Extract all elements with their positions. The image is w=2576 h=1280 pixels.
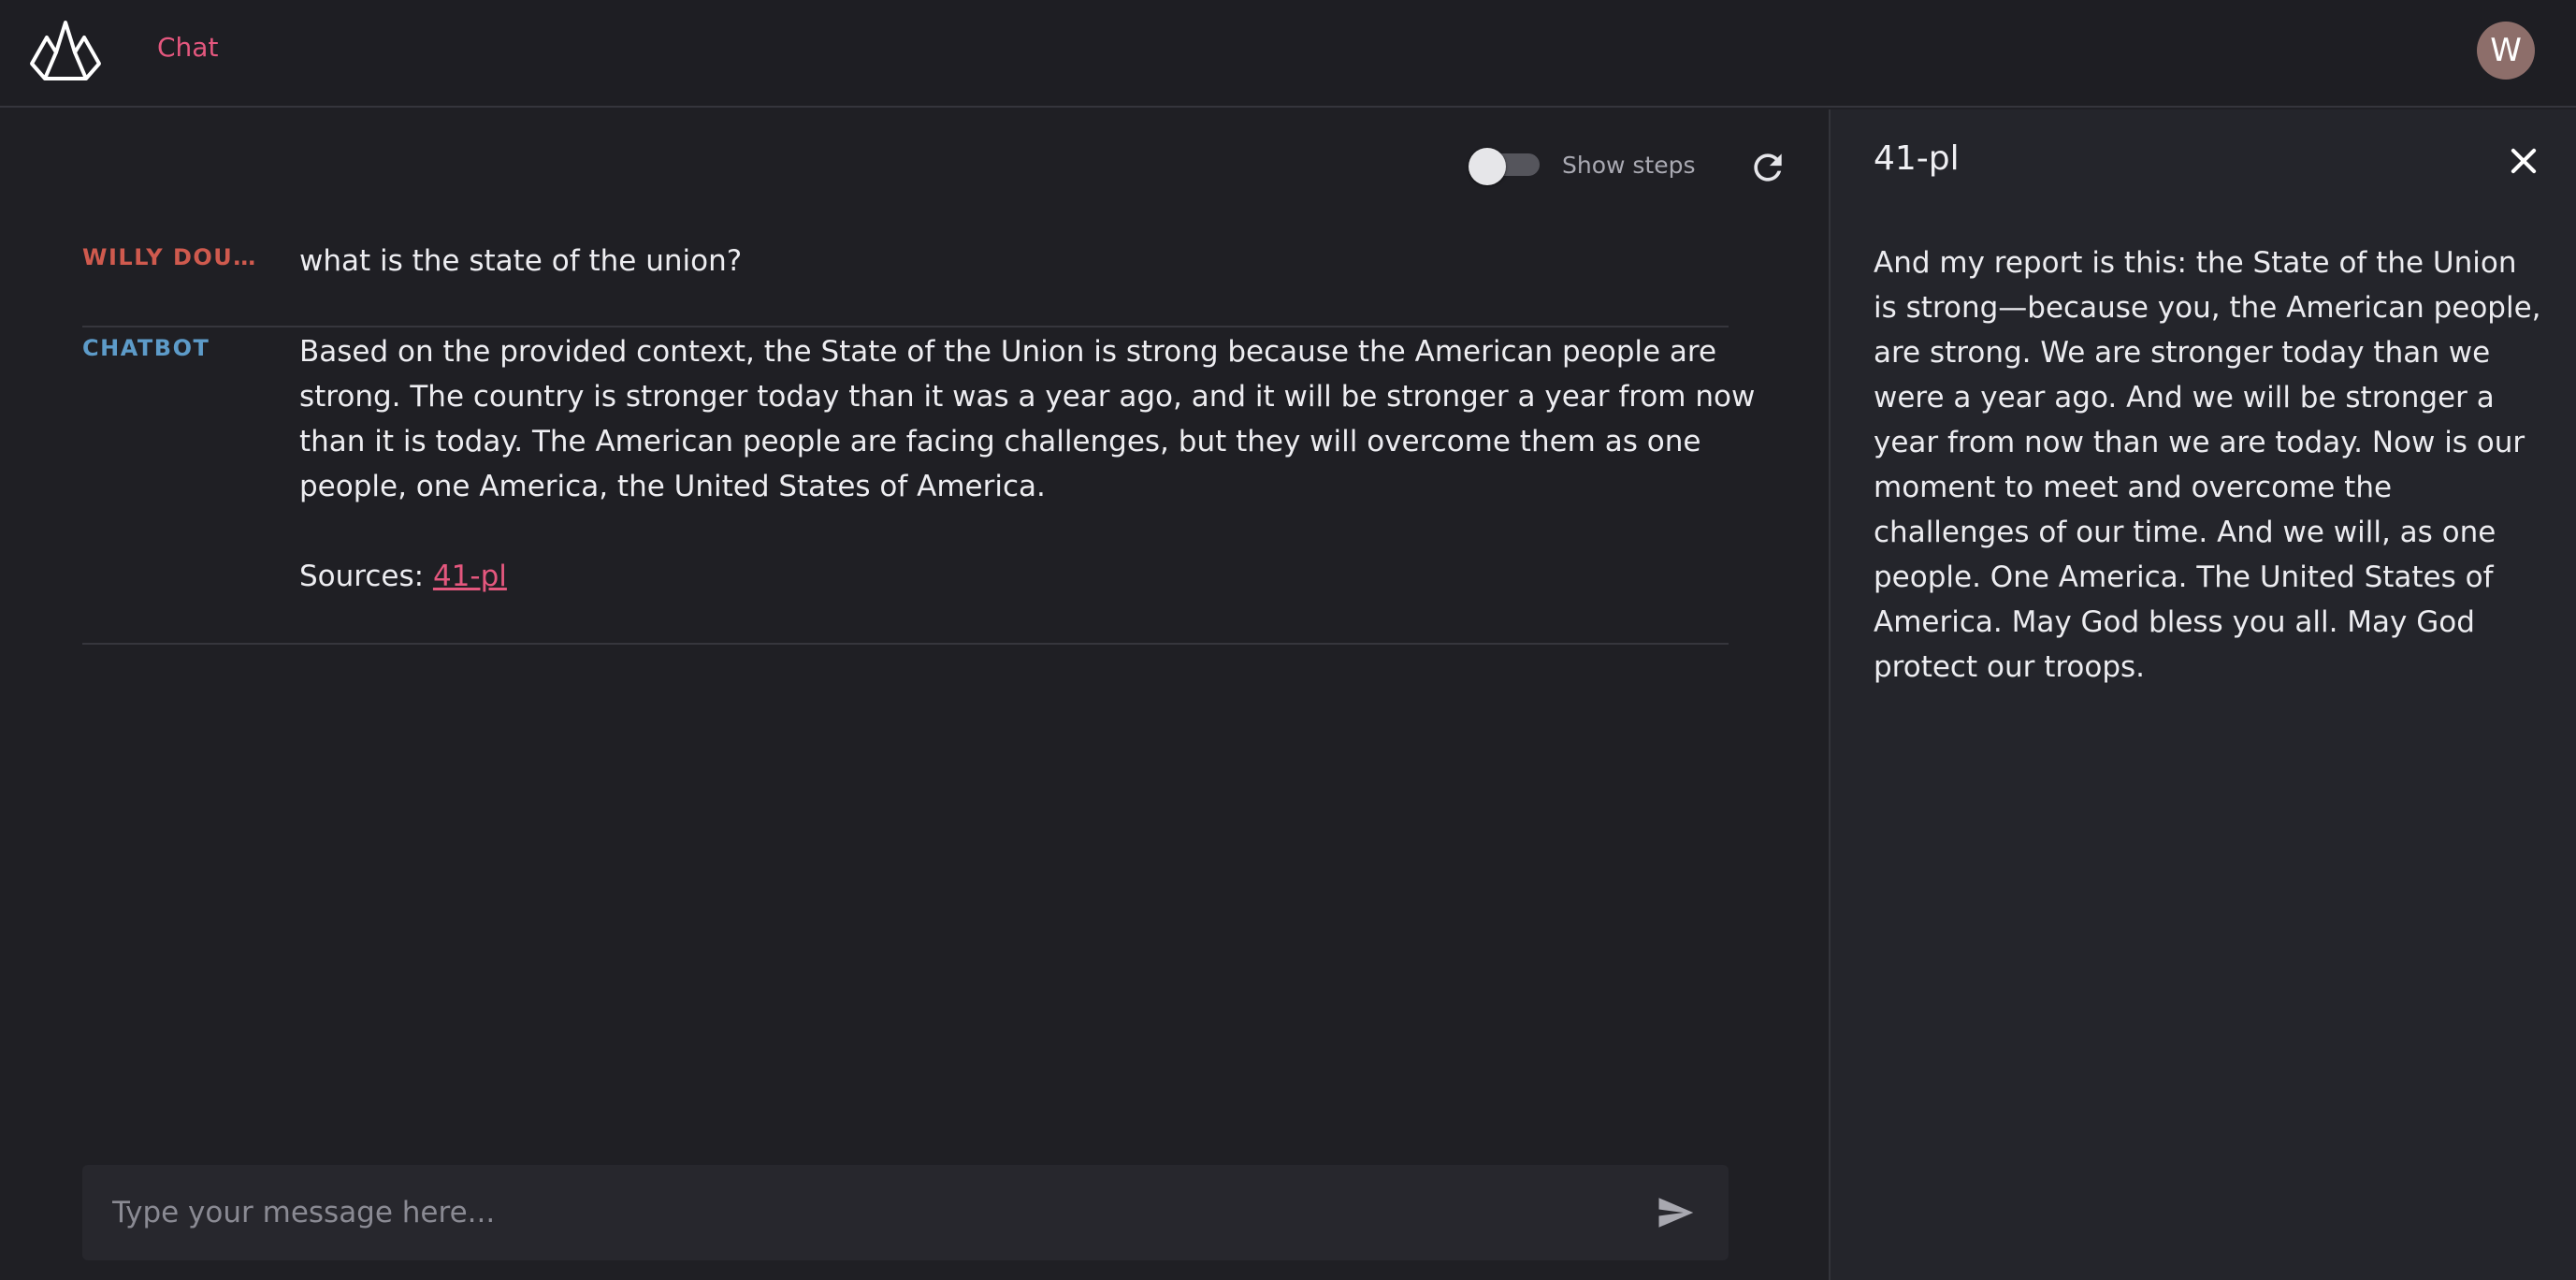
app-logo-icon[interactable]: [28, 19, 103, 82]
refresh-icon[interactable]: [1747, 147, 1788, 188]
message-input[interactable]: [110, 1165, 1607, 1260]
toggle-thumb: [1469, 148, 1506, 185]
user-avatar[interactable]: W: [2477, 22, 2535, 80]
source-link[interactable]: 41-pl: [433, 560, 507, 593]
source-panel: 41-pl And my report is this: the State o…: [1829, 109, 2576, 1280]
nav-chat-link[interactable]: Chat: [157, 32, 218, 63]
message-composer: [82, 1165, 1729, 1260]
show-steps-toggle[interactable]: [1469, 148, 1540, 185]
chat-area: Show steps WILLY DOUH... what is the sta…: [0, 109, 1827, 1280]
source-panel-title: 41-pl: [1874, 139, 1960, 178]
message-row-bot: CHATBOT Based on the provided context, t…: [82, 329, 1755, 645]
close-icon[interactable]: [2506, 143, 2541, 179]
message-text: Based on the provided context, the State…: [299, 335, 1756, 503]
message-author: CHATBOT: [82, 335, 210, 361]
message-text: what is the state of the union?: [299, 244, 743, 278]
source-panel-content: And my report is this: the State of the …: [1874, 246, 2541, 684]
message-sources: Sources: 41-pl: [299, 554, 1796, 599]
message-content: Based on the provided context, the State…: [299, 329, 1796, 599]
sources-label: Sources:: [299, 560, 425, 593]
send-icon[interactable]: [1654, 1193, 1697, 1232]
message-row-user: WILLY DOUH... what is the state of the u…: [82, 239, 1729, 327]
top-bar: Chat W: [0, 0, 2576, 108]
show-steps-label: Show steps: [1562, 152, 1696, 179]
message-author: WILLY DOUH...: [82, 244, 269, 270]
